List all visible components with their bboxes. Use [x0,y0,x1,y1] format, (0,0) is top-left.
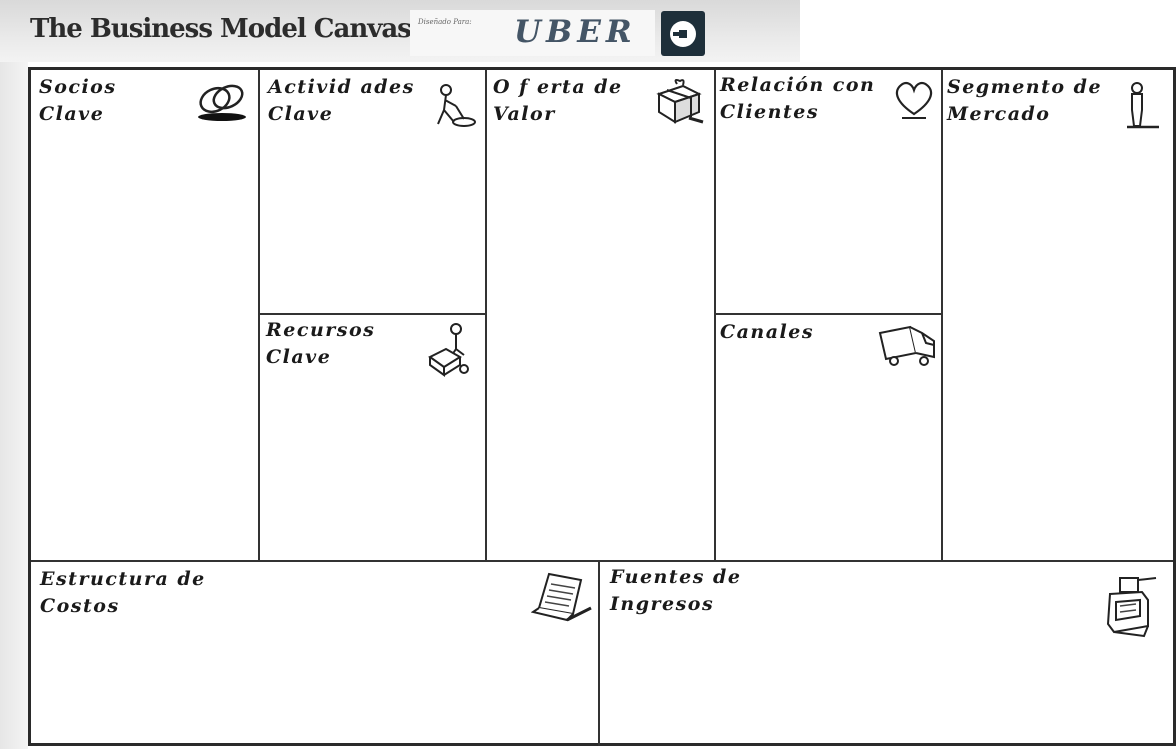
block-label: Socios Clave [39,76,117,125]
block-key-partners[interactable]: Socios Clave [31,70,258,560]
block-cost-structure[interactable]: Estructura de Costos [31,562,598,746]
block-label: Relación con Clientes [720,74,876,123]
worker-with-box-icon [428,323,469,377]
designed-for-box: Diseñado Para: UBER [410,10,655,56]
canvas-title: The Business Model Canvas [30,14,412,44]
heart-icon [895,81,933,119]
block-channels[interactable]: Canales [716,315,941,560]
person-icon [1127,82,1159,129]
block-label: Activid ades Clave [268,76,415,125]
block-label: O f erta de Valor [493,76,623,125]
cash-register-icon [1106,577,1157,638]
block-customer-relationships[interactable]: Relación con Clientes [716,70,941,313]
uber-logo-icon [661,11,705,56]
worker-icon [437,84,476,127]
truck-icon [878,325,935,366]
block-customer-segments[interactable]: Segmento de Mercado [943,70,1173,560]
block-revenue-streams[interactable]: Fuentes de Ingresos [600,562,1173,746]
left-shade [0,62,28,749]
receipt-icon [531,572,592,622]
gift-icon [656,79,704,124]
block-label: Canales [720,321,815,343]
block-label: Recursos Clave [266,319,376,368]
business-model-canvas: Socios Clave Activid ades Clave O f erta… [28,67,1176,746]
block-label: Estructura de Costos [40,568,206,617]
block-label: Segmento de Mercado [947,76,1103,125]
block-key-activities[interactable]: Activid ades Clave [260,70,485,313]
designed-for-label: Diseñado Para: [418,18,472,26]
block-key-resources[interactable]: Recursos Clave [260,315,485,560]
chain-links-icon [198,84,246,121]
company-name: UBER [514,14,637,50]
block-label: Fuentes de Ingresos [610,566,742,615]
block-value-proposition[interactable]: O f erta de Valor [487,70,714,560]
